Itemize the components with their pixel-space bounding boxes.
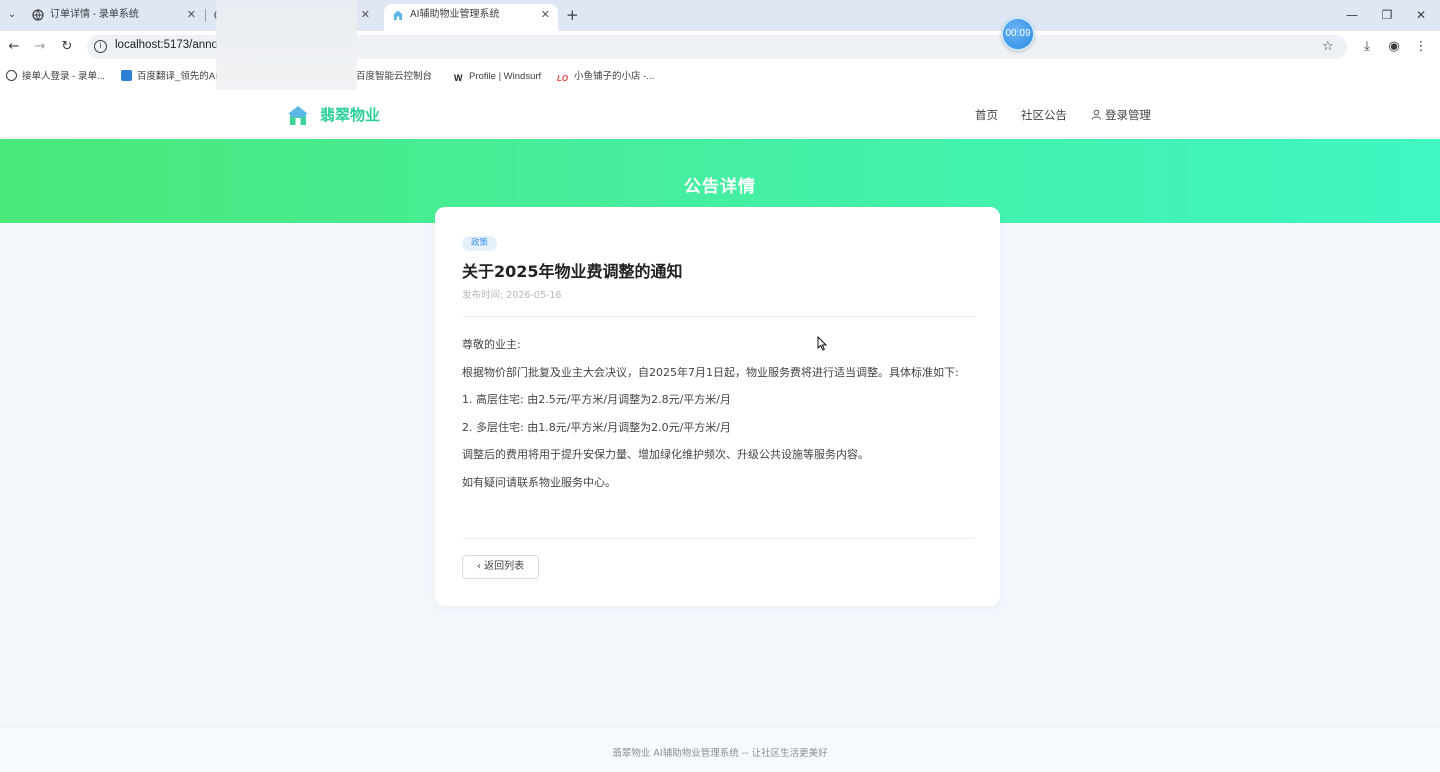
bookmark-label: 接单人登录 - 录单... [22,71,105,82]
site-info-icon[interactable]: i [94,40,107,53]
category-tag: 政策 [462,236,498,251]
bookmark-item[interactable]: W Profile | Windsurf [454,69,541,84]
tab-title: AI辅助物业管理系统 [410,9,500,20]
bookmark-item[interactable]: 百度智能云控制台 [356,69,432,84]
tab-list-chevron-icon[interactable]: ⌄ [3,6,21,24]
house-logo-icon[interactable] [287,104,309,126]
shop-icon: LO [557,74,569,83]
bookmark-label: Profile | Windsurf [469,71,542,82]
forward-arrow-icon[interactable]: → [31,38,49,56]
menu-kebab-icon[interactable]: ⋮ [1413,39,1429,55]
mouse-cursor-icon [817,336,827,351]
announcement-content: 尊敬的业主: 根据物价部门批复及业主大会决议，自2025年7月1日起，物业服务费… [462,335,962,500]
browser-tab-order-detail[interactable]: 订单详情 - 录单系统 ✕ [24,4,204,31]
bookmark-label: 百度智能云控制台 [356,71,433,82]
nav-home[interactable]: 首页 [975,106,998,124]
new-tab-plus-icon[interactable]: + [566,6,579,24]
download-icon[interactable]: ⤓ [1359,39,1375,55]
house-icon [393,10,403,20]
announcement-card: 政策 关于2025年物业费调整的通知 发布时间: 2026-05-16 尊敬的业… [435,207,1000,606]
bookmark-star-icon[interactable]: ☆ [1322,39,1334,54]
logo-text[interactable]: 翡翠物业 [320,104,380,126]
page-title: 公告详情 [684,177,756,197]
content-paragraph: 根据物价部门批复及业主大会决议，自2025年7月1日起，物业服务费将进行适当调整… [462,365,959,379]
bookmark-item[interactable]: 百度翻译_领先的AI... [121,69,226,84]
content-paragraph: 尊敬的业主: [462,338,521,351]
restore-icon[interactable]: ❐ [1377,6,1397,24]
tab-close-icon[interactable]: ✕ [187,4,196,26]
close-window-icon[interactable]: ✕ [1411,6,1431,24]
browser-tab-active[interactable]: AI辅助物业管理系统 ✕ [384,4,558,31]
divider [462,538,975,539]
tab-title: 订单详情 - 录单系统 [50,9,139,20]
bookmark-label: 小鱼铺子的小店 -... [574,71,655,82]
bookmark-item[interactable]: 接单人登录 - 录单... [6,69,105,84]
content-paragraph: 如有疑问请联系物业服务中心。 [462,475,616,489]
content-paragraph: 1. 高层住宅: 由2.5元/平方米/月调整为2.8元/平方米/月 [462,393,732,406]
recording-timer-badge[interactable]: 00:09 [1001,17,1035,51]
back-button-label: 返回列表 [484,561,525,572]
content-paragraph: 2. 多层住宅: 由1.8元/平方米/月调整为2.0元/平方米/月 [462,420,732,434]
announcement-title: 关于2025年物业费调整的通知 [462,262,683,281]
chevron-left-icon: ‹ [476,561,481,572]
profile-icon[interactable]: ◉ [1386,39,1402,55]
user-icon [1091,109,1102,120]
globe-icon [32,9,44,21]
footer-text: 翡翠物业 AI辅助物业管理系统 -- 让社区生活更美好 [612,748,828,759]
blurred-region [216,0,357,90]
globe-icon [6,70,17,81]
back-arrow-icon[interactable]: ← [5,38,23,56]
tab-close-icon[interactable]: ✕ [361,4,370,26]
nav-announcements[interactable]: 社区公告 [1021,106,1067,124]
tab-close-icon[interactable]: ✕ [541,4,550,26]
back-to-list-button[interactable]: ‹ 返回列表 [462,555,539,579]
divider [462,316,975,317]
reload-icon[interactable]: ↻ [58,38,76,56]
nav-login[interactable]: 登录管理 [1091,106,1151,124]
bookmark-label: 百度翻译_领先的AI... [137,71,226,82]
site-footer: 翡翠物业 AI辅助物业管理系统 -- 让社区生活更美好 [0,727,1440,772]
url-text[interactable]: localhost:5173/anno [115,39,218,51]
bookmark-item[interactable]: LO 小鱼铺子的小店 -... [557,69,654,84]
baidu-translate-icon [121,70,132,81]
content-paragraph: 调整后的费用将用于提升安保力量、增加绿化维护频次、升级公共设施等服务内容。 [462,448,869,461]
site-header: 翡翠物业 首页 社区公告 登录管理 [0,90,1440,138]
windsurf-icon: W [454,73,463,83]
minimize-icon[interactable]: — [1342,6,1362,24]
publish-date: 发布时间: 2026-05-16 [462,290,562,301]
nav-login-label: 登录管理 [1105,108,1151,122]
